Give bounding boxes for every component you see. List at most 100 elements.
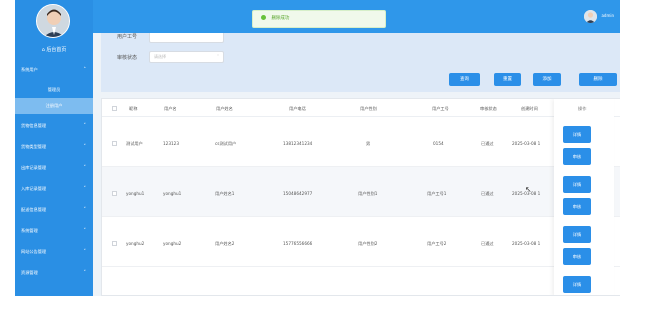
sidebar-item-resources[interactable]: 资源管理 ˅ [15, 263, 93, 283]
column-header: 操作 [578, 106, 587, 111]
chevron-down-icon: ˅ [83, 207, 87, 213]
sidebar-item-system[interactable]: 系统管理 ˅ [15, 221, 93, 241]
detail-button[interactable]: 详情 [563, 276, 591, 293]
cell-created: 2025-03-08 1 [512, 141, 541, 146]
cell-name: cs测试用户 [215, 141, 237, 146]
user-name: admin [601, 13, 614, 18]
review-button[interactable]: 审核 [563, 248, 591, 265]
row-checkbox[interactable] [112, 191, 117, 196]
review-button[interactable]: 审核 [563, 148, 591, 165]
users-table: 昵称 用户名 用户姓名 用户电话 用户性别 用户工号 审核状态 创建时间 测试用… [101, 98, 620, 296]
operations-column: 操作 详情 审核 详情 审核 详情 审核 详情 [554, 99, 614, 295]
cell-phone: 15776556666 [283, 241, 313, 246]
status-select[interactable]: 请选择 ˅ [149, 51, 224, 63]
user-avatar [584, 9, 598, 23]
cell-username: 123123 [163, 141, 179, 146]
sidebar-item-goods-info[interactable]: 货物信息管理 ˅ [15, 116, 93, 136]
sidebar-item-label: 出库记录管理 [21, 165, 47, 170]
sidebar-item-goods-type[interactable]: 货物类型管理 ˅ [15, 137, 93, 157]
toast-message: 删除成功 [271, 16, 290, 21]
chevron-down-icon: ˅ [83, 228, 87, 234]
column-header: 审核状态 [480, 106, 497, 111]
success-toast: 删除成功 [252, 10, 386, 28]
table-row: yonghu1 yonghu1 用户姓名1 15048642977 用户性别1 … [102, 167, 620, 217]
select-all-checkbox[interactable] [112, 106, 117, 111]
query-button[interactable]: 查询 [449, 73, 480, 86]
cell-username: yonghu2 [163, 241, 182, 246]
cell-nickname: 测试用户 [126, 141, 143, 146]
check-circle-icon [261, 15, 266, 20]
sidebar-item-inbound[interactable]: 入库记录管理 ˅ [15, 179, 93, 199]
cell-work-no: 用户工号1 [427, 191, 447, 196]
cell-status: 已通过 [481, 141, 494, 146]
delete-button[interactable]: 删除 [579, 73, 617, 86]
chevron-down-icon: ˅ [83, 123, 87, 129]
chevron-up-icon: ˄ [83, 67, 87, 73]
cell-username: yonghu1 [163, 191, 182, 196]
sidebar-subitem-label: 管理员 [47, 87, 61, 92]
sidebar-item-label: 系统管理 [21, 228, 38, 233]
cell-nickname: yonghu1 [126, 191, 145, 196]
filter-panel: 用户工号 审核状态 请选择 ˅ 查询 重置 添加 删除 [101, 26, 620, 92]
add-button[interactable]: 添加 [533, 73, 561, 86]
cell-phone: 15048642977 [283, 191, 313, 196]
table-header: 昵称 用户名 用户姓名 用户电话 用户性别 用户工号 审核状态 创建时间 [102, 99, 620, 117]
cell-phone: 13812341234 [283, 141, 313, 146]
table-row: 测试用户 123123 cs测试用户 13812341234 男 0154 已通… [102, 117, 620, 167]
column-header: 用户电话 [289, 106, 306, 111]
chevron-down-icon: ˅ [83, 165, 87, 171]
sidebar-item-label: 货物类型管理 [21, 144, 47, 149]
status-select-placeholder: 请选择 [154, 54, 166, 59]
column-header: 用户工号 [432, 106, 449, 111]
sidebar-item-label: 配送信息管理 [21, 207, 47, 212]
table-row: yonghu2 yonghu2 用户姓名2 15776556666 用户性别2 … [102, 217, 620, 267]
detail-button[interactable]: 详情 [563, 126, 591, 143]
sidebar-home[interactable]: ⌂ 后台首页 [15, 44, 93, 56]
sidebar-item-label: 系统用户 [21, 67, 38, 72]
user-menu[interactable]: admin [584, 8, 614, 24]
admin-avatar [36, 4, 70, 38]
cell-name: 用户姓名2 [215, 241, 235, 246]
cell-work-no: 用户工号2 [427, 241, 447, 246]
detail-button[interactable]: 详情 [563, 176, 591, 193]
app-frame: ⌂ 后台首页 系统用户 ˄ 管理员 注册用户 货物信息管理 ˅ 货物类型管理 ˅… [15, 0, 620, 296]
user-no-label: 用户工号 [117, 34, 138, 40]
sidebar-subitem-admins[interactable]: 管理员 [15, 82, 93, 98]
top-bar: 删除成功 admin [93, 0, 620, 33]
row-checkbox[interactable] [112, 141, 117, 146]
chevron-down-icon: ˅ [83, 144, 87, 150]
status-label: 审核状态 [117, 55, 138, 61]
chevron-down-icon: ˅ [83, 186, 87, 192]
sidebar-item-label: 入库记录管理 [21, 186, 47, 191]
cell-created: 2025-03-08 1 [512, 241, 541, 246]
home-icon: ⌂ [41, 47, 45, 53]
cell-work-no: 0154 [433, 141, 444, 146]
sidebar-item-delivery[interactable]: 配送信息管理 ˅ [15, 200, 93, 220]
sidebar: ⌂ 后台首页 系统用户 ˄ 管理员 注册用户 货物信息管理 ˅ 货物类型管理 ˅… [15, 0, 93, 296]
cell-name: 用户姓名1 [215, 191, 235, 196]
reset-button[interactable]: 重置 [494, 73, 521, 86]
column-header: 用户姓名 [216, 106, 233, 111]
cell-nickname: yonghu2 [126, 241, 145, 246]
detail-button[interactable]: 详情 [563, 226, 591, 243]
sidebar-item-label: 资源管理 [21, 270, 38, 275]
sidebar-item-announcements[interactable]: 网站公告管理 ˅ [15, 242, 93, 262]
sidebar-item-label: 网站公告管理 [21, 249, 47, 254]
sidebar-item-outbound[interactable]: 出库记录管理 ˅ [15, 158, 93, 178]
review-button[interactable]: 审核 [563, 198, 591, 215]
cell-gender: 男 [366, 141, 371, 146]
chevron-down-icon: ˅ [83, 249, 87, 255]
chevron-down-icon: ˅ [83, 270, 87, 276]
sidebar-home-label: 后台首页 [46, 47, 67, 53]
sidebar-item-label: 货物信息管理 [21, 123, 47, 128]
row-checkbox[interactable] [112, 241, 117, 246]
cell-status: 已通过 [481, 191, 494, 196]
column-header: 用户名 [164, 106, 177, 111]
sidebar-subitem-registered-users[interactable]: 注册用户 [15, 98, 93, 114]
column-header: 创建时间 [521, 106, 538, 111]
chevron-down-icon: ˅ [217, 54, 219, 59]
sidebar-subitem-label: 注册用户 [45, 103, 63, 108]
sidebar-item-system-users[interactable]: 系统用户 ˄ [15, 60, 93, 80]
column-header: 用户性别 [360, 106, 377, 111]
column-header: 昵称 [129, 106, 138, 111]
